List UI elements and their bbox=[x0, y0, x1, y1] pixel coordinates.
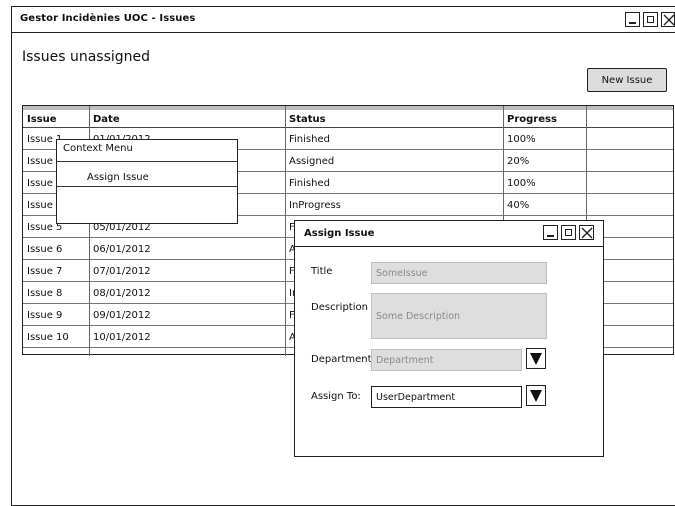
cell-date: 06/01/2012 bbox=[93, 243, 151, 255]
context-menu-title: Context Menu bbox=[63, 143, 133, 154]
new-issue-button[interactable]: New Issue bbox=[587, 68, 667, 92]
maximize-icon bbox=[647, 16, 654, 23]
cell-date: 08/01/2012 bbox=[93, 287, 151, 299]
dialog-minimize-button[interactable] bbox=[543, 225, 558, 240]
cell-progress: 100% bbox=[507, 133, 536, 145]
dialog-title: Assign Issue bbox=[304, 228, 375, 239]
cell-progress: 100% bbox=[507, 177, 536, 189]
assign-to-label: Assign To: bbox=[311, 391, 361, 402]
close-icon bbox=[663, 14, 675, 26]
cell-progress: 20% bbox=[507, 155, 530, 167]
cell-date: 10/01/2012 bbox=[93, 331, 151, 343]
page-title: Issues unassigned bbox=[22, 49, 151, 65]
dialog-close-button[interactable] bbox=[579, 225, 594, 240]
chevron-down-icon bbox=[530, 353, 542, 365]
window-title: Gestor Incidènies UOC - Issues bbox=[20, 13, 196, 24]
menu-separator bbox=[57, 161, 237, 162]
column-header-date[interactable]: Date bbox=[89, 110, 285, 128]
department-dropdown-button[interactable] bbox=[526, 348, 546, 369]
department-select[interactable]: Department bbox=[371, 349, 522, 371]
column-divider bbox=[285, 106, 286, 356]
dialog-title-bar: Assign Issue bbox=[295, 221, 603, 247]
context-menu: Context Menu Assign Issue bbox=[56, 139, 238, 224]
cell-status: Assigned bbox=[289, 155, 335, 167]
assign-issue-dialog: Assign Issue Title SomeIssue Description… bbox=[294, 220, 604, 457]
table-header: Issue Date Status Progress bbox=[23, 106, 673, 128]
cell-issue: Issue 8 bbox=[27, 287, 63, 299]
cell-status: Finished bbox=[289, 133, 330, 145]
cell-status: InProgress bbox=[289, 199, 341, 211]
menu-separator bbox=[57, 186, 237, 187]
minimize-icon bbox=[629, 22, 636, 24]
department-label: Department bbox=[311, 354, 372, 365]
menu-item-assign-issue[interactable]: Assign Issue bbox=[87, 172, 149, 183]
minimize-button[interactable] bbox=[625, 12, 640, 27]
cell-issue: Issue 10 bbox=[27, 331, 69, 343]
cell-status: Finished bbox=[289, 177, 330, 189]
column-header-issue[interactable]: Issue bbox=[23, 110, 89, 128]
cell-issue: Issue 7 bbox=[27, 265, 63, 277]
column-header-status[interactable]: Status bbox=[285, 110, 503, 128]
close-icon bbox=[581, 227, 593, 239]
description-label: Description bbox=[311, 302, 368, 313]
cell-date: 07/01/2012 bbox=[93, 265, 151, 277]
cell-issue: Issue 6 bbox=[27, 243, 63, 255]
chevron-down-icon bbox=[530, 390, 542, 402]
cell-date: 09/01/2012 bbox=[93, 309, 151, 321]
cell-issue: Issue 9 bbox=[27, 309, 63, 321]
title-label: Title bbox=[311, 266, 333, 277]
assign-to-dropdown-button[interactable] bbox=[526, 385, 546, 406]
assign-to-select[interactable]: UserDepartment bbox=[371, 386, 522, 408]
close-button[interactable] bbox=[661, 12, 675, 27]
cell-progress: 40% bbox=[507, 199, 530, 211]
maximize-icon bbox=[565, 229, 572, 236]
dialog-maximize-button[interactable] bbox=[561, 225, 576, 240]
description-field[interactable]: Some Description bbox=[371, 293, 547, 339]
title-field[interactable]: SomeIssue bbox=[371, 262, 547, 284]
column-header-progress[interactable]: Progress bbox=[503, 110, 585, 128]
maximize-button[interactable] bbox=[643, 12, 658, 27]
minimize-icon bbox=[547, 235, 554, 237]
title-bar: Gestor Incidènies UOC - Issues bbox=[12, 7, 675, 33]
